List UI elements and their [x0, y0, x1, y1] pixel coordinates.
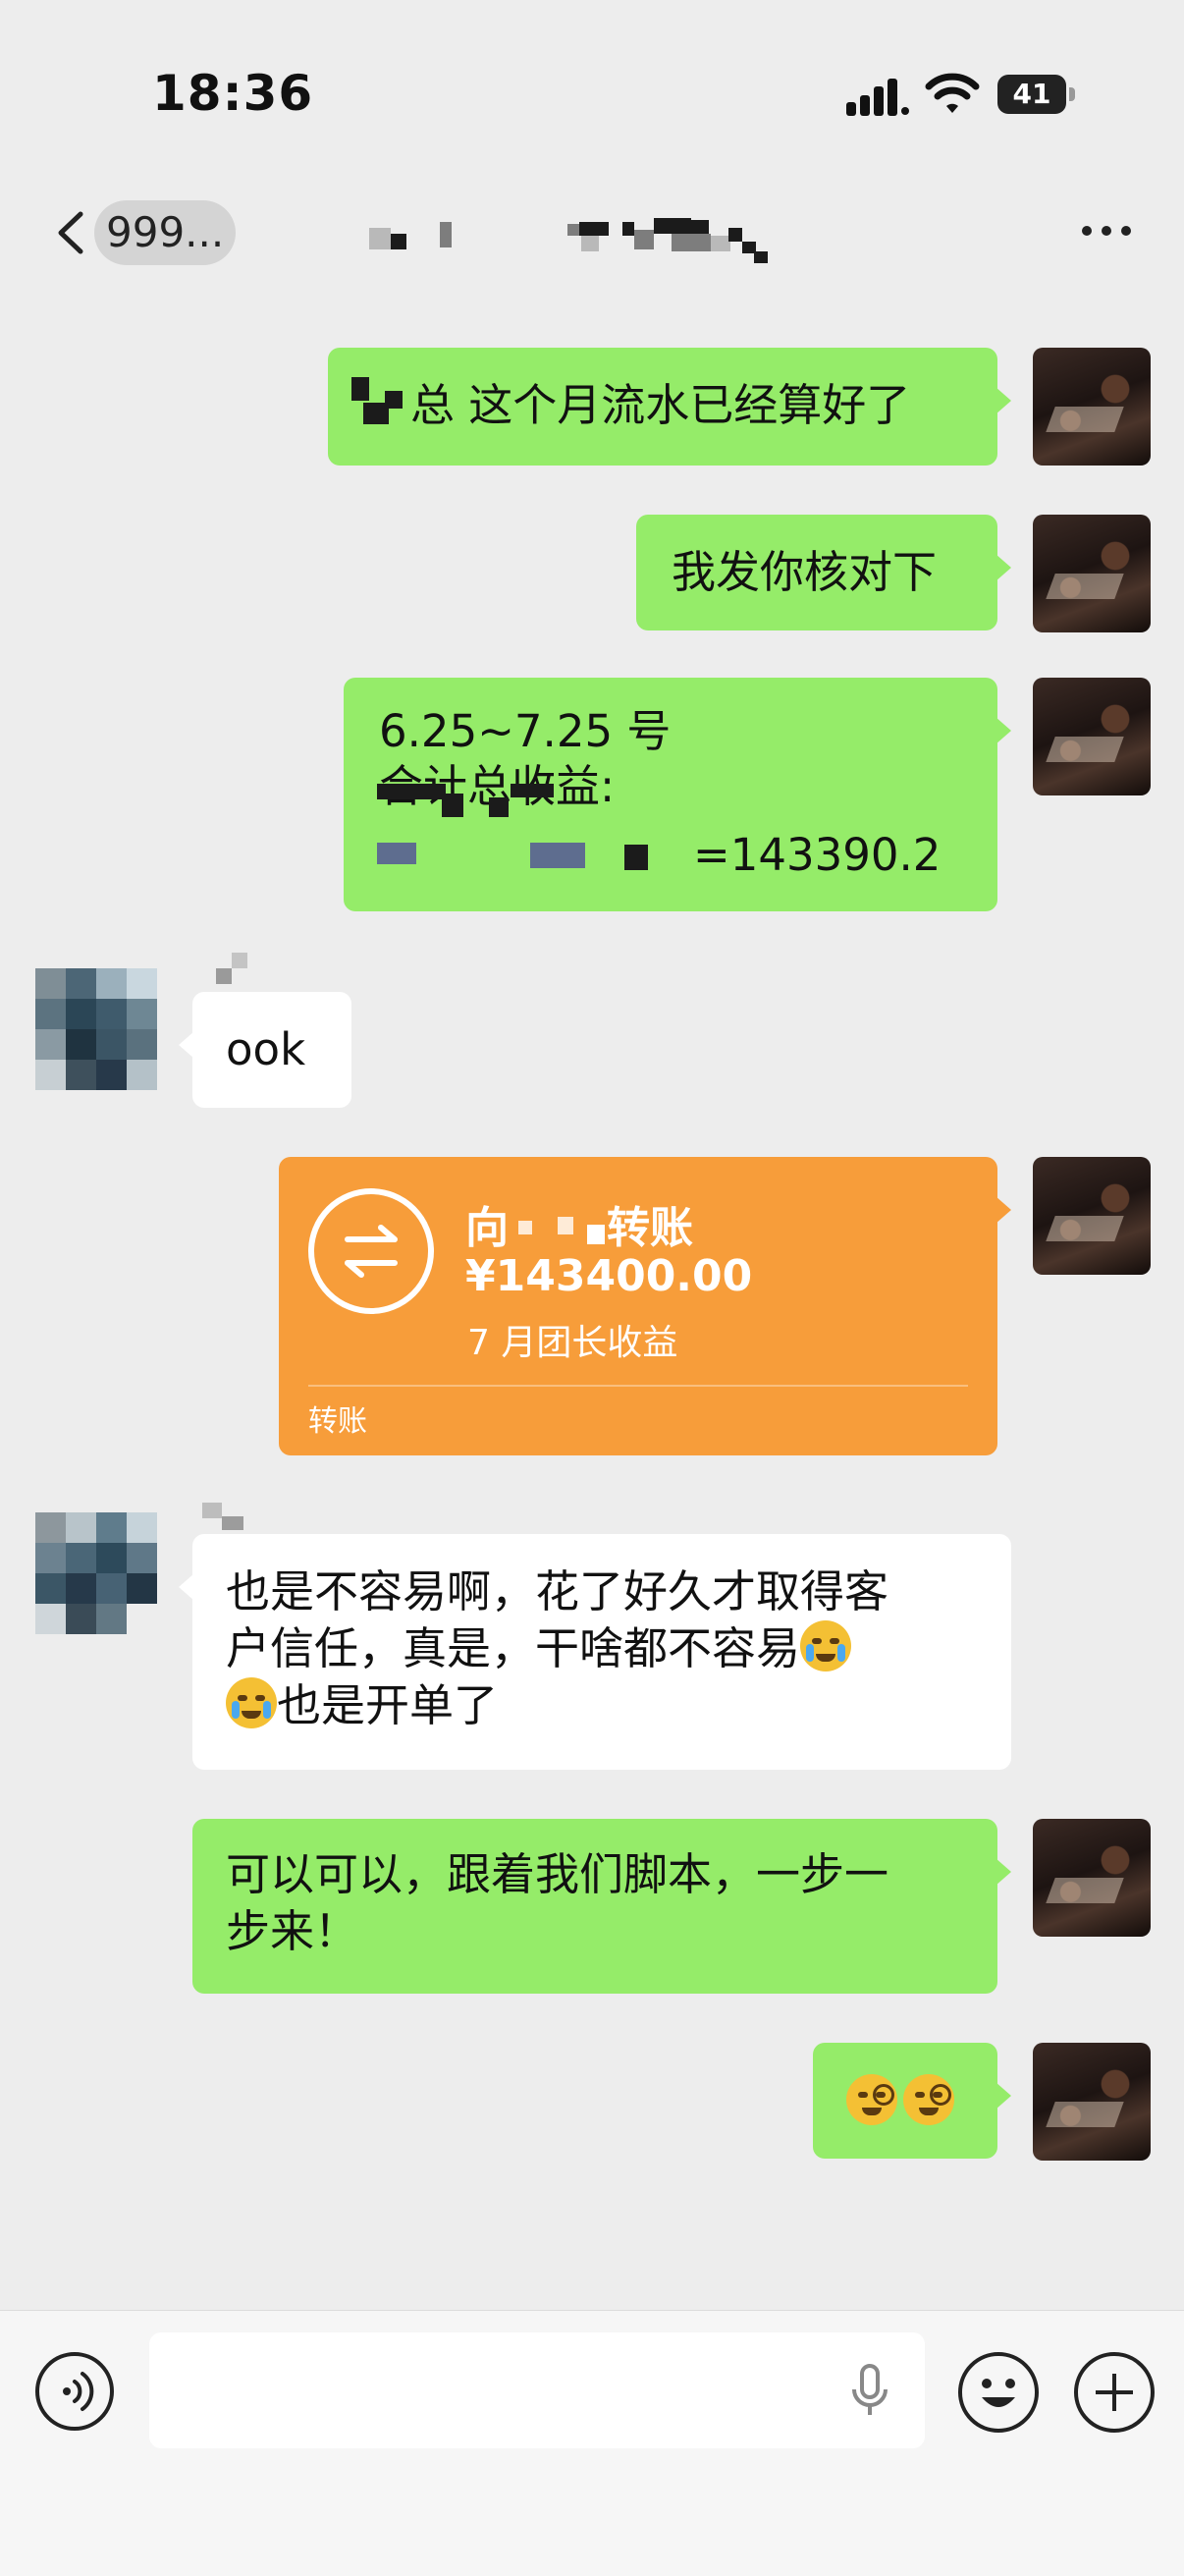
message-text: 总 这个月流水已经算好了 [410, 379, 911, 431]
loudly-crying-face-icon [800, 1620, 852, 1672]
message-line: 步来！ [226, 1905, 359, 1957]
battery-level: 41 [997, 75, 1066, 114]
emoji-button[interactable] [958, 2352, 1039, 2433]
contact-avatar[interactable] [35, 1512, 157, 1634]
message-bubble[interactable]: 也是不容易啊，花了好久才取得客 户信任，真是，干啥都不容易 也是开单了 [179, 1534, 1011, 1770]
unread-count: 999... [94, 200, 237, 265]
sound-wave-icon [63, 2372, 94, 2411]
my-avatar[interactable] [1033, 515, 1151, 632]
back-button[interactable]: 999... [43, 196, 237, 269]
my-avatar[interactable] [1033, 2043, 1151, 2161]
message-text: 我发你核对下 [672, 546, 938, 598]
message-bubble[interactable]: ook [179, 992, 351, 1108]
message-bubble[interactable]: 我发你核对下 [636, 515, 1011, 630]
my-avatar[interactable] [1033, 1819, 1151, 1937]
message-line: =143390.2 [693, 829, 942, 881]
message-bubble[interactable]: 总 这个月流水已经算好了 [328, 348, 1011, 466]
loudly-crying-face-icon [226, 1677, 277, 1728]
message-bubble[interactable] [813, 2043, 1011, 2159]
transfer-card[interactable]: 向 转账 ¥143400.00 7 月团长收益 转账 [279, 1157, 1011, 1455]
battery-tip [1069, 87, 1075, 101]
message-bubble[interactable]: 6.25~7.25 号 合计总收益: =143390.2 [344, 678, 1011, 911]
transfer-title: 向 转账 [465, 1203, 693, 1253]
chevron-left-icon [58, 211, 83, 254]
emoji-row [846, 2074, 954, 2131]
status-time: 18:36 [152, 65, 314, 122]
chat-title-redacted [363, 214, 834, 273]
wifi-icon [925, 73, 980, 113]
status-bar: 18:36 41 [0, 0, 1184, 167]
transfer-amount: ¥143400.00 [465, 1251, 753, 1301]
input-bar [0, 2310, 1184, 2576]
my-avatar[interactable] [1033, 678, 1151, 795]
face-with-monocle-icon [903, 2074, 954, 2125]
message-line-3: 也是开单了 [226, 1677, 498, 1734]
face-with-monocle-icon [846, 2074, 897, 2125]
more-functions-button[interactable] [1074, 2352, 1155, 2433]
message-line-2: 户信任，真是，干啥都不容易 [226, 1620, 852, 1677]
message-line: 6.25~7.25 号 [379, 705, 672, 757]
my-avatar[interactable] [1033, 1157, 1151, 1275]
chat-header: 999... [0, 167, 1184, 295]
transfer-note: 7 月团长收益 [467, 1323, 678, 1363]
message-line: 也是不容易啊，花了好久才取得客 [226, 1565, 889, 1617]
message-input[interactable] [149, 2332, 925, 2448]
transfer-arrows-icon [308, 1188, 434, 1314]
cellular-signal-icon [846, 79, 909, 116]
my-avatar[interactable] [1033, 348, 1151, 466]
contact-avatar[interactable] [35, 968, 157, 1090]
message-bubble[interactable]: 可以可以，跟着我们脚本，一步一 步来！ [192, 1819, 1011, 1994]
more-options-button[interactable] [1078, 222, 1137, 242]
transfer-type-label: 转账 [308, 1404, 367, 1439]
message-line: 可以可以，跟着我们脚本，一步一 [226, 1848, 889, 1900]
smiley-icon [982, 2379, 1015, 2407]
message-text: ook [226, 1023, 306, 1075]
battery-indicator: 41 [997, 75, 1076, 114]
microphone-icon[interactable] [850, 2364, 889, 2419]
voice-input-button[interactable] [35, 2352, 114, 2431]
divider [308, 1385, 968, 1387]
